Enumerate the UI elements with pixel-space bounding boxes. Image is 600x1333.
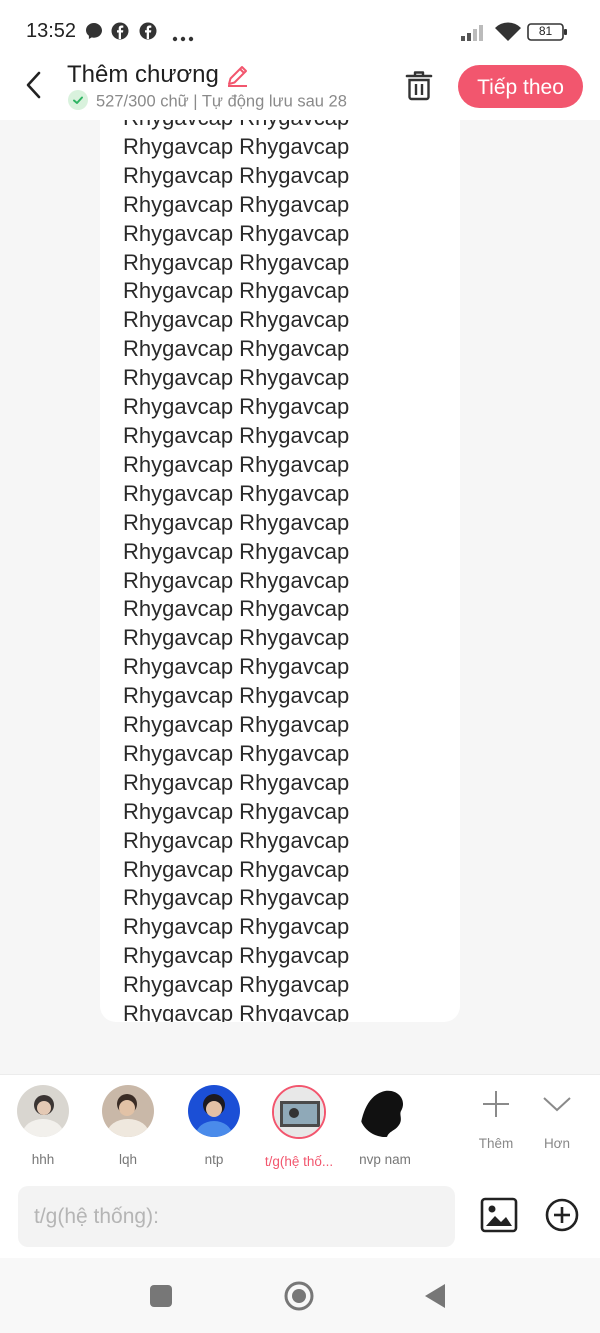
triangle-back-icon <box>425 1284 445 1308</box>
chevron-down-icon <box>543 1097 571 1112</box>
image-icon <box>480 1197 518 1233</box>
status-text: 527/300 chữ | Tự động lưu sau 28 <box>96 92 347 111</box>
wifi-icon <box>494 21 522 48</box>
character-name: nvp nam <box>359 1152 411 1167</box>
chapter-editor[interactable]: Rhygavcap Rhygavcap Rhygavcap Rhygavcap … <box>100 120 460 1022</box>
avatar <box>272 1085 326 1139</box>
character-item[interactable]: ntp <box>174 1085 254 1167</box>
signal-icon <box>460 22 488 47</box>
home-button[interactable] <box>283 1280 315 1317</box>
insert-image-button[interactable] <box>480 1197 518 1238</box>
pencil-icon[interactable] <box>224 63 250 94</box>
battery-level: 81 <box>538 24 553 38</box>
add-label: Thêm <box>478 1136 514 1151</box>
check-icon <box>68 90 88 110</box>
next-button[interactable]: Tiếp theo <box>458 65 583 108</box>
status-bar: 13:52 81 <box>0 0 600 60</box>
character-name: t/g(hệ thố... <box>264 1154 334 1169</box>
facebook-icon <box>111 22 129 45</box>
delete-button[interactable] <box>404 70 434 107</box>
plus-circle-icon <box>545 1198 579 1232</box>
character-name: lqh <box>118 1152 137 1167</box>
character-name: hhh <box>31 1152 55 1167</box>
battery-icon: 81 <box>527 22 569 47</box>
character-name: ntp <box>204 1152 224 1167</box>
more-label: Hơn <box>543 1136 571 1151</box>
plus-icon <box>483 1091 509 1117</box>
system-back-button[interactable] <box>423 1283 447 1314</box>
avatar <box>188 1085 240 1137</box>
page-title[interactable]: Thêm chương <box>67 61 219 89</box>
character-item[interactable]: hhh <box>3 1085 83 1167</box>
message-input[interactable] <box>18 1186 455 1247</box>
trash-icon <box>405 71 433 101</box>
character-item[interactable]: nvp nam <box>345 1085 425 1167</box>
status-time: 13:52 <box>26 20 77 42</box>
avatar <box>17 1085 69 1137</box>
more-button[interactable]: Hơn <box>527 1089 587 1151</box>
avatar <box>359 1085 411 1137</box>
input-bar <box>0 1173 600 1258</box>
add-button[interactable] <box>545 1198 579 1237</box>
back-button[interactable] <box>18 68 50 102</box>
character-item-selected[interactable]: t/g(hệ thố... <box>259 1085 339 1169</box>
word-count-status: 527/300 chữ | Tự động lưu sau 28 <box>68 90 347 112</box>
facebook-icon <box>139 22 157 45</box>
more-dots-icon <box>172 29 194 47</box>
character-item[interactable]: lqh <box>88 1085 168 1167</box>
character-bar: hhh lqh ntp t/g(hệ thố... nvp nam Thêm H… <box>0 1074 600 1174</box>
avatar <box>102 1085 154 1137</box>
add-character-button[interactable]: Thêm <box>466 1089 526 1151</box>
home-circle-icon <box>284 1281 314 1311</box>
messenger-icon <box>85 22 103 45</box>
header: Thêm chương 527/300 chữ | Tự động lưu sa… <box>0 58 600 120</box>
chapter-content[interactable]: Rhygavcap Rhygavcap Rhygavcap Rhygavcap … <box>123 120 423 1022</box>
recent-apps-button[interactable] <box>150 1285 172 1307</box>
system-nav-bar <box>0 1258 600 1333</box>
chevron-left-icon <box>26 71 41 99</box>
